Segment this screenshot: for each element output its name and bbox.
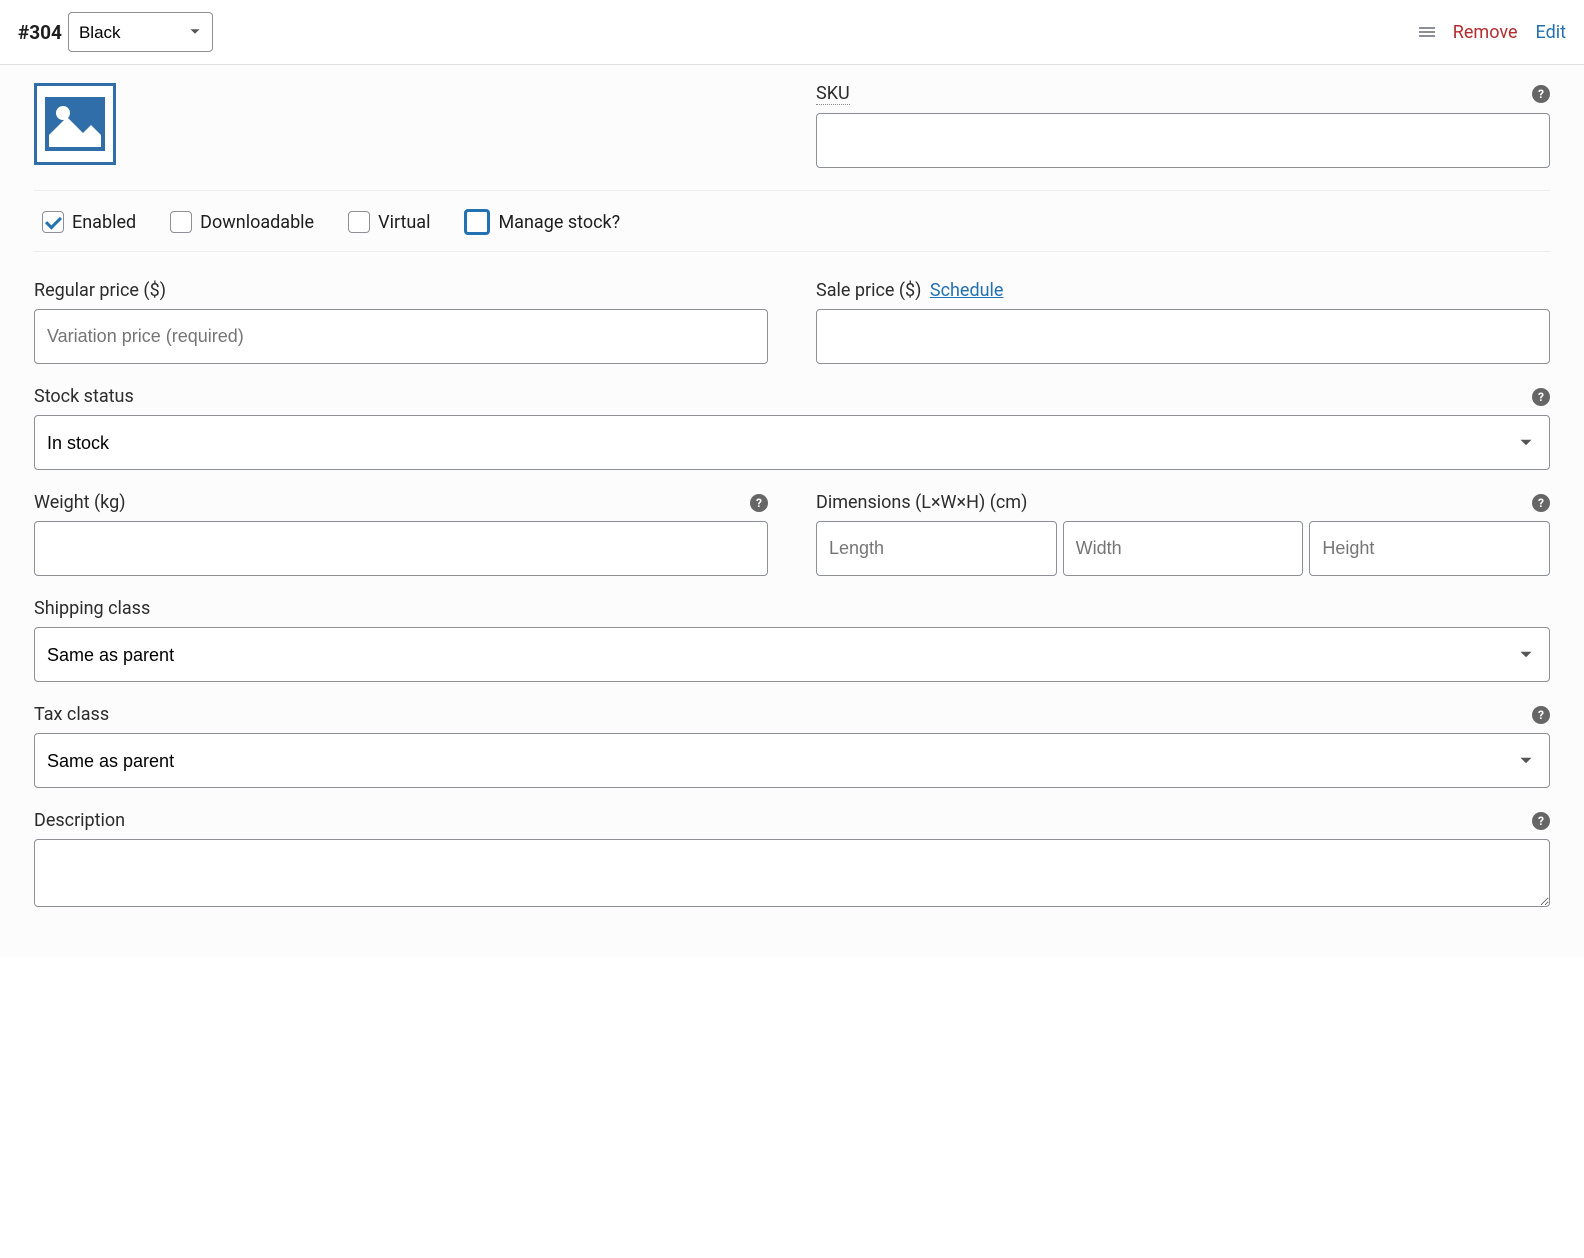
sale-price-label: Sale price ($) Schedule xyxy=(816,280,1003,301)
description-label-row: Description ? xyxy=(34,810,1550,831)
dimensions-col: Dimensions (L×W×H) (cm) ? xyxy=(816,492,1550,576)
height-input[interactable] xyxy=(1309,521,1550,576)
stock-status-help-icon[interactable]: ? xyxy=(1532,388,1550,406)
regular-price-input[interactable] xyxy=(34,309,768,364)
weight-col: Weight (kg) ? xyxy=(34,492,768,576)
downloadable-label: Downloadable xyxy=(200,212,314,233)
regular-price-col: Regular price ($) xyxy=(34,280,768,364)
downloadable-checkbox[interactable] xyxy=(170,211,192,233)
description-row: Description ? xyxy=(34,810,1550,912)
dimensions-help-icon[interactable]: ? xyxy=(1532,494,1550,512)
virtual-checkbox[interactable] xyxy=(348,211,370,233)
description-help-icon[interactable]: ? xyxy=(1532,812,1550,830)
stock-status-row: Stock status ? In stock xyxy=(34,386,1550,470)
shipping-class-label-row: Shipping class xyxy=(34,598,1550,619)
stock-status-label: Stock status xyxy=(34,386,134,407)
attribute-select[interactable]: Black xyxy=(68,12,213,52)
length-input[interactable] xyxy=(816,521,1057,576)
dimensions-group xyxy=(816,521,1550,576)
variation-header: #304 Black Remove Edit xyxy=(0,0,1584,65)
remove-link[interactable]: Remove xyxy=(1453,22,1518,43)
shipping-class-label: Shipping class xyxy=(34,598,150,619)
options-row: Enabled Downloadable Virtual Manage stoc… xyxy=(34,190,1550,252)
tax-class-row: Tax class ? Same as parent xyxy=(34,704,1550,788)
virtual-label: Virtual xyxy=(378,212,430,233)
weight-dims-row: Weight (kg) ? Dimensions (L×W×H) (cm) ? xyxy=(34,492,1550,576)
header-right: Remove Edit xyxy=(1419,22,1566,43)
sale-price-col: Sale price ($) Schedule xyxy=(816,280,1550,364)
sku-help-icon[interactable]: ? xyxy=(1532,85,1550,103)
dimensions-label: Dimensions (L×W×H) (cm) xyxy=(816,492,1027,513)
sku-label: SKU xyxy=(816,83,850,105)
tax-class-label-row: Tax class ? xyxy=(34,704,1550,725)
tax-class-help-icon[interactable]: ? xyxy=(1532,706,1550,724)
image-sku-row: SKU ? xyxy=(34,83,1550,168)
enabled-label: Enabled xyxy=(72,212,136,233)
shipping-class-row: Shipping class Same as parent xyxy=(34,598,1550,682)
weight-help-icon[interactable]: ? xyxy=(750,494,768,512)
drag-handle-icon[interactable] xyxy=(1419,24,1435,40)
variation-panel: SKU ? Enabled Downloadable Virtual Manag… xyxy=(0,65,1584,958)
header-left: #304 Black xyxy=(18,12,213,52)
downloadable-option: Downloadable xyxy=(170,211,314,233)
stock-status-label-row: Stock status ? xyxy=(34,386,1550,407)
prices-row: Regular price ($) Sale price ($) Schedul… xyxy=(34,280,1550,364)
stock-status-select[interactable]: In stock xyxy=(34,415,1550,470)
dimensions-label-row: Dimensions (L×W×H) (cm) ? xyxy=(816,492,1550,513)
width-input[interactable] xyxy=(1063,521,1304,576)
tax-class-label: Tax class xyxy=(34,704,109,725)
sku-input[interactable] xyxy=(816,113,1550,168)
sku-label-row: SKU ? xyxy=(816,83,1550,105)
manage-stock-option: Manage stock? xyxy=(464,209,620,235)
variation-image-upload[interactable] xyxy=(34,83,116,165)
weight-input[interactable] xyxy=(34,521,768,576)
sale-price-input[interactable] xyxy=(816,309,1550,364)
edit-link[interactable]: Edit xyxy=(1536,22,1566,43)
regular-price-label: Regular price ($) xyxy=(34,280,166,301)
shipping-class-select[interactable]: Same as parent xyxy=(34,627,1550,682)
description-textarea[interactable] xyxy=(34,839,1550,907)
sale-price-label-row: Sale price ($) Schedule xyxy=(816,280,1550,301)
regular-price-label-row: Regular price ($) xyxy=(34,280,768,301)
image-col xyxy=(34,83,768,168)
description-label: Description xyxy=(34,810,125,831)
weight-label: Weight (kg) xyxy=(34,492,125,513)
weight-label-row: Weight (kg) ? xyxy=(34,492,768,513)
manage-stock-label: Manage stock? xyxy=(498,212,620,233)
sku-col: SKU ? xyxy=(816,83,1550,168)
image-placeholder-icon xyxy=(45,97,105,151)
schedule-link[interactable]: Schedule xyxy=(930,280,1004,301)
enabled-option: Enabled xyxy=(42,211,136,233)
enabled-checkbox[interactable] xyxy=(42,211,64,233)
virtual-option: Virtual xyxy=(348,211,430,233)
manage-stock-checkbox[interactable] xyxy=(464,209,490,235)
tax-class-select[interactable]: Same as parent xyxy=(34,733,1550,788)
variation-id: #304 xyxy=(18,21,62,44)
